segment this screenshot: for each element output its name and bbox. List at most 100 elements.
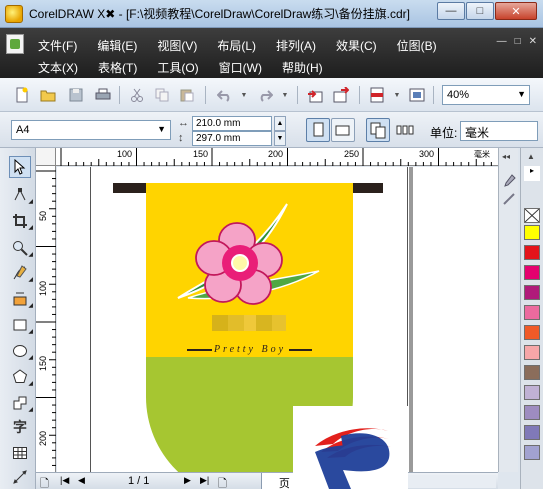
rectangle-tool-icon[interactable]: ◢ — [9, 314, 33, 336]
first-page-icon[interactable]: |◀ — [60, 475, 69, 486]
ruler-origin[interactable] — [36, 148, 56, 166]
color-swatch[interactable] — [524, 445, 540, 460]
menu-row-1: 文件(F) 编辑(E) 视图(V) 布局(L) 排列(A) 效果(C) 位图(B… — [38, 37, 457, 54]
horizontal-ruler[interactable]: 100 150 200 250 300 毫米 — [56, 148, 498, 166]
menu-view[interactable]: 视图(V) — [157, 37, 197, 54]
dimension-tool-icon[interactable] — [9, 466, 31, 488]
docker-collapse-icon[interactable]: ◂◂ — [502, 152, 510, 161]
page-width-field[interactable]: 210.0 mm — [192, 116, 272, 131]
new-icon[interactable] — [14, 87, 30, 103]
doc-minimize-button[interactable]: — — [497, 36, 507, 47]
publish-pdf-icon[interactable] — [369, 87, 385, 103]
previous-page-icon[interactable]: ◀ — [78, 475, 85, 486]
menu-effects[interactable]: 效果(C) — [336, 37, 377, 54]
menu-text[interactable]: 文本(X) — [38, 59, 78, 76]
menu-arrange[interactable]: 排列(A) — [276, 37, 316, 54]
watermark-logo-graphic — [315, 428, 391, 489]
page-height-field[interactable]: 297.0 mm — [192, 131, 272, 146]
vertical-ruler[interactable]: 50 100 150 200 — [36, 166, 56, 472]
basic-shapes-tool-icon[interactable]: ◢ — [9, 392, 33, 414]
menu-bitmaps[interactable]: 位图(B) — [397, 37, 437, 54]
add-page-icon[interactable]: 🗋 — [40, 475, 49, 489]
paste-icon[interactable] — [179, 87, 195, 103]
polygon-tool-icon[interactable]: ◢ — [9, 366, 33, 388]
color-swatch[interactable] — [524, 245, 540, 260]
palette-menu-icon[interactable]: ▸ — [524, 166, 540, 181]
maximize-button[interactable]: □ — [466, 2, 494, 20]
color-swatch[interactable] — [524, 385, 540, 400]
redo-dropdown-icon[interactable]: ▼ — [277, 87, 293, 103]
document-icon[interactable] — [6, 34, 24, 54]
menu-tools[interactable]: 工具(O) — [157, 59, 198, 76]
cut-icon[interactable] — [129, 87, 145, 103]
banner-artwork[interactable]: Pretty Boy — [57, 167, 498, 472]
undo-dropdown-icon[interactable]: ▼ — [236, 87, 252, 103]
app-launcher-icon[interactable] — [409, 87, 425, 103]
doc-close-button[interactable]: ✕ — [529, 36, 537, 47]
portrait-icon — [313, 122, 324, 137]
landscape-button[interactable] — [331, 118, 355, 142]
menu-window[interactable]: 窗口(W) — [219, 59, 262, 76]
menu-bar: 文件(F) 编辑(E) 视图(V) 布局(L) 排列(A) 效果(C) 位图(B… — [0, 28, 543, 78]
color-palette: ▲ ▸ — [520, 148, 543, 489]
text-tool-icon[interactable]: 字 — [9, 416, 31, 438]
ruler-label: 150 — [38, 355, 48, 371]
freehand-tool-icon[interactable]: ◢ — [9, 262, 33, 284]
width-spinner[interactable]: ▲ — [274, 116, 286, 131]
shape-tool-icon[interactable]: ◢ — [9, 184, 33, 206]
save-icon[interactable] — [68, 87, 84, 103]
zoom-tool-icon[interactable]: ◢ — [9, 237, 33, 259]
export-icon[interactable] — [333, 87, 349, 103]
eyedropper-icon[interactable] — [502, 174, 516, 188]
color-swatch[interactable] — [524, 325, 540, 340]
toolbar-separator — [205, 86, 206, 104]
zoom-level-select[interactable]: 40% ▼ — [442, 85, 530, 105]
minimize-button[interactable]: — — [437, 2, 465, 20]
close-button[interactable]: ✕ — [495, 2, 537, 20]
color-flyout-icon[interactable] — [502, 192, 516, 206]
undo-icon[interactable] — [217, 87, 233, 103]
pick-tool-icon[interactable] — [9, 156, 31, 178]
add-page-after-icon[interactable]: 🗋 — [218, 475, 227, 489]
color-swatch[interactable] — [524, 345, 540, 360]
no-fill-swatch[interactable] — [524, 208, 540, 223]
title-bar: CorelDRAW X✖ - [F:\视频教程\CorelDraw\CorelD… — [0, 0, 543, 28]
portrait-button[interactable] — [306, 118, 330, 142]
menu-table[interactable]: 表格(T) — [98, 59, 137, 76]
redo-icon[interactable] — [257, 87, 273, 103]
smart-fill-tool-icon[interactable]: ◢ — [9, 288, 33, 310]
color-swatch[interactable] — [524, 285, 540, 300]
current-page-button[interactable] — [393, 118, 417, 142]
doc-restore-button[interactable]: □ — [515, 36, 521, 47]
color-swatch[interactable] — [524, 225, 540, 240]
palette-scroll-up-icon[interactable]: ▲ — [527, 152, 535, 161]
menu-layout[interactable]: 布局(L) — [217, 37, 256, 54]
color-swatch[interactable] — [524, 425, 540, 440]
ruler-label: 300 — [419, 149, 435, 159]
ellipse-tool-icon[interactable]: ◢ — [9, 340, 33, 362]
color-swatch[interactable] — [524, 305, 540, 320]
menu-file[interactable]: 文件(F) — [38, 37, 77, 54]
page-size-select[interactable]: A4 ▼ — [11, 120, 171, 140]
window-controls: — □ ✕ — [436, 2, 537, 20]
units-select[interactable]: 毫米 — [460, 121, 538, 141]
color-swatch[interactable] — [524, 265, 540, 280]
next-page-icon[interactable]: ▶ — [184, 475, 191, 486]
color-swatch[interactable] — [524, 365, 540, 380]
drawing-canvas[interactable]: Pretty Boy — [57, 167, 498, 472]
copy-icon[interactable] — [154, 87, 170, 103]
menu-help[interactable]: 帮助(H) — [282, 59, 323, 76]
publish-dropdown-icon[interactable]: ▼ — [389, 87, 405, 103]
print-icon[interactable] — [95, 87, 111, 103]
all-pages-button[interactable] — [366, 118, 390, 142]
height-spinner[interactable]: ▼ — [274, 131, 286, 146]
color-swatch[interactable] — [524, 405, 540, 420]
open-icon[interactable] — [40, 87, 56, 103]
import-icon[interactable] — [307, 87, 323, 103]
menu-edit[interactable]: 编辑(E) — [97, 37, 137, 54]
table-tool-icon[interactable] — [9, 442, 31, 464]
crop-tool-icon[interactable]: ◢ — [9, 210, 33, 232]
last-page-icon[interactable]: ▶| — [200, 475, 209, 486]
coreldraw-app-icon[interactable] — [5, 4, 23, 23]
page-navigator: 🗋 |◀ ◀ 1 / 1 ▶ ▶| 🗋 页 1 — [36, 472, 498, 489]
